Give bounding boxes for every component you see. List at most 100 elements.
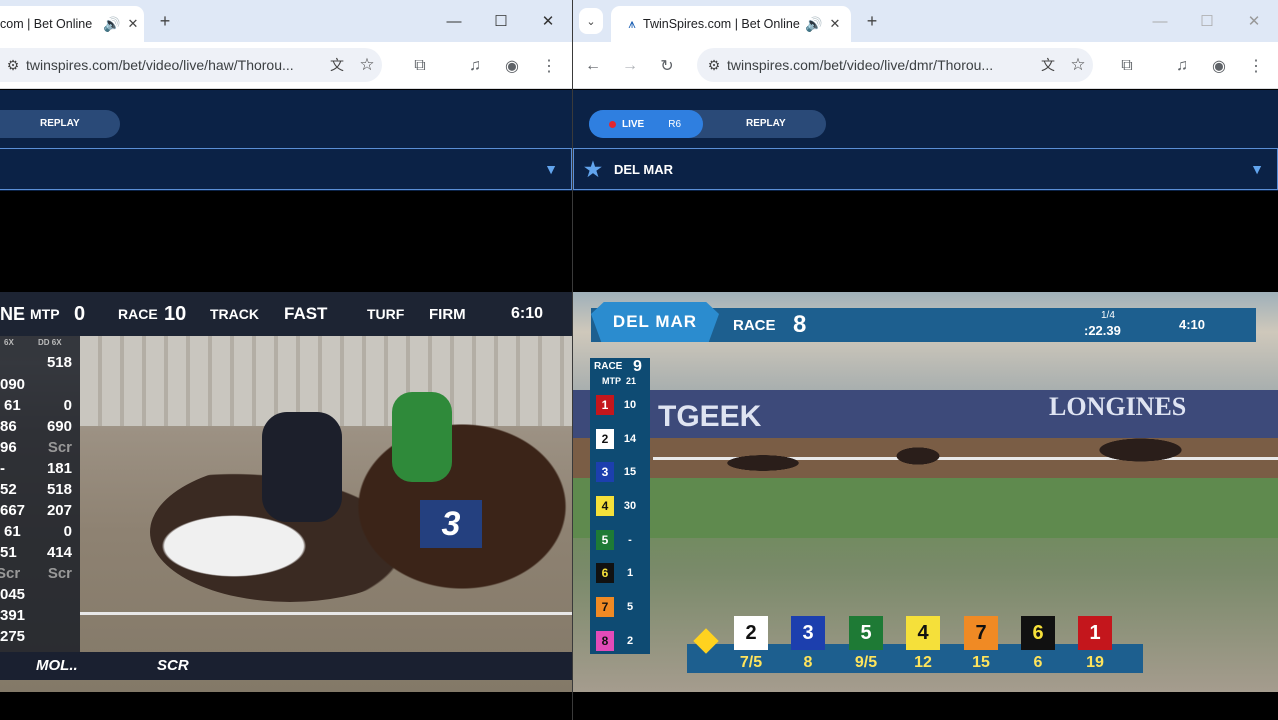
forward-arrow-icon[interactable]: → bbox=[617, 53, 643, 79]
sponsor-banner: TGEEK LONGINES bbox=[573, 390, 1278, 438]
program-row: 1 10 bbox=[596, 394, 646, 416]
maximize-button[interactable]: ☐ bbox=[478, 0, 524, 42]
extensions-icon[interactable]: ⧉ bbox=[1114, 53, 1140, 79]
pool-row: 61 0 bbox=[4, 397, 72, 414]
race-number: 8 bbox=[793, 311, 807, 338]
program-row: 5- bbox=[596, 529, 646, 551]
pool-row: -181 bbox=[0, 460, 72, 477]
track-label: TRACK bbox=[210, 306, 259, 322]
bookmark-star-icon[interactable]: ☆ bbox=[1063, 55, 1093, 75]
tab-search-icon[interactable]: ⌄ bbox=[579, 8, 603, 34]
reload-icon[interactable]: ↻ bbox=[654, 53, 680, 79]
back-arrow-icon[interactable]: ← bbox=[580, 53, 606, 79]
running-order-item: 38 bbox=[791, 616, 825, 678]
live-replay-toggle: REPLAY bbox=[0, 110, 120, 138]
program-row: 2 14 bbox=[596, 428, 646, 450]
site-info-icon[interactable]: ⚙ bbox=[0, 57, 26, 74]
program-row: 4 30 bbox=[596, 495, 646, 517]
profile-icon[interactable]: ◉ bbox=[1206, 53, 1232, 79]
pool-row: 667 207 bbox=[0, 502, 72, 519]
running-order-item: 2 7/5 bbox=[734, 616, 768, 678]
media-control-icon[interactable]: ♫ bbox=[1169, 53, 1195, 79]
site-info-icon[interactable]: ⚙ bbox=[701, 57, 727, 74]
omnibox[interactable]: ⚙ twinspires.com/bet/video/live/haw/Thor… bbox=[0, 48, 382, 82]
favorite-star-icon[interactable]: ★ bbox=[584, 157, 604, 182]
url-text[interactable]: twinspires.com/bet/video/live/haw/Thorou… bbox=[26, 57, 322, 73]
address-bar-row: ← → ↻ ⚙ twinspires.com/bet/video/live/dm… bbox=[573, 42, 1278, 89]
right-browser-window: ⌄ ⩚ TwinSpires.com | Bet Online 🔊 ✕ + — … bbox=[573, 0, 1278, 720]
running-order-item: 66 bbox=[1021, 616, 1055, 678]
pool-row: 52 518 bbox=[0, 481, 72, 498]
close-tab-icon[interactable]: ✕ bbox=[122, 16, 144, 32]
speaker-icon[interactable]: 🔊 bbox=[102, 16, 122, 33]
split-time: :22.39 bbox=[1084, 323, 1121, 338]
running-order-item: 4 12 bbox=[906, 616, 940, 678]
horse-group bbox=[1083, 434, 1198, 466]
new-tab-button[interactable]: + bbox=[859, 10, 885, 32]
race-label: R6 bbox=[668, 118, 682, 130]
tab-strip: com | Bet Online 🔊 ✕ + — ☐ ✕ bbox=[0, 0, 572, 42]
close-window-button[interactable]: ✕ bbox=[525, 0, 571, 42]
bookmark-star-icon[interactable]: ☆ bbox=[352, 55, 382, 75]
menu-icon[interactable]: ⋮ bbox=[536, 53, 562, 79]
race-clock: 4:10 bbox=[1179, 317, 1206, 332]
live-button[interactable]: LIVE R6 bbox=[589, 110, 703, 138]
pool-row: 61 0 bbox=[4, 523, 72, 540]
chevron-down-icon[interactable]: ▼ bbox=[541, 159, 561, 179]
track-selector[interactable]: ▼ bbox=[0, 148, 572, 190]
program-row: 61 bbox=[596, 562, 646, 584]
program-row: 75 bbox=[596, 596, 646, 618]
close-window-button[interactable]: ✕ bbox=[1231, 0, 1277, 42]
browser-tab[interactable]: com | Bet Online 🔊 ✕ bbox=[0, 6, 144, 42]
mtp-value: 0 bbox=[74, 302, 86, 325]
pool-row: 275 bbox=[0, 628, 26, 645]
pool-row: 51 414 bbox=[0, 544, 72, 561]
browser-tab[interactable]: ⩚ TwinSpires.com | Bet Online 🔊 ✕ bbox=[611, 6, 851, 42]
chevron-down-icon[interactable]: ▼ bbox=[1247, 159, 1267, 179]
omnibox[interactable]: ⚙ twinspires.com/bet/video/live/dmr/Thor… bbox=[697, 48, 1093, 82]
live-label: LIVE bbox=[622, 118, 645, 130]
runner-name: MOL.. bbox=[36, 657, 78, 674]
program-row: 82 bbox=[596, 630, 646, 652]
mtp-label: MTP bbox=[602, 376, 621, 386]
sponsor-text: TGEEK bbox=[658, 400, 762, 433]
profile-icon[interactable]: ◉ bbox=[499, 53, 525, 79]
translate-icon[interactable]: 文 bbox=[1033, 55, 1063, 75]
race-video[interactable]: 3 NE MTP 0 RACE 10 TRACK FAST TURF FIRM … bbox=[0, 292, 572, 692]
url-text[interactable]: twinspires.com/bet/video/live/dmr/Thorou… bbox=[727, 57, 1033, 73]
track-selector[interactable]: ★ DEL MAR ▼ bbox=[573, 148, 1278, 190]
race-info-bar: NE MTP 0 RACE 10 TRACK FAST TURF FIRM 6:… bbox=[0, 292, 572, 336]
column-head: DD 6X bbox=[38, 338, 62, 347]
horse-group bbox=[713, 452, 813, 474]
speaker-icon[interactable]: 🔊 bbox=[803, 16, 825, 33]
menu-icon[interactable]: ⋮ bbox=[1243, 53, 1269, 79]
live-dot-icon bbox=[609, 120, 616, 128]
race-info-bar: DEL MAR RACE 8 1/4 :22.39 4:10 bbox=[591, 302, 1256, 342]
pool-row: 518 bbox=[46, 354, 72, 371]
track-name: DEL MAR bbox=[614, 161, 673, 177]
jockey-green-silks bbox=[392, 392, 452, 482]
minimize-button[interactable]: — bbox=[431, 0, 477, 42]
mtp-label: MTP bbox=[30, 306, 60, 322]
twinspires-favicon-icon: ⩚ bbox=[628, 16, 636, 31]
replay-button[interactable]: REPLAY bbox=[40, 118, 80, 129]
close-tab-icon[interactable]: ✕ bbox=[825, 16, 845, 32]
race-label: RACE bbox=[594, 361, 623, 372]
tab-title: com | Bet Online bbox=[0, 17, 93, 31]
pool-row: 96 Scr bbox=[0, 439, 72, 456]
saddle-cloth: 3 bbox=[420, 500, 482, 548]
fraction-label: 1/4 bbox=[1101, 310, 1115, 321]
maximize-button[interactable]: ☐ bbox=[1184, 0, 1230, 42]
sponsor-text: LONGINES bbox=[1049, 392, 1187, 421]
replay-button[interactable]: REPLAY bbox=[746, 118, 786, 129]
race-video[interactable]: TGEEK LONGINES DEL MAR RACE 8 1/4 :22.39… bbox=[573, 292, 1278, 692]
media-control-icon[interactable]: ♫ bbox=[462, 53, 488, 79]
translate-icon[interactable]: 文 bbox=[322, 55, 352, 75]
minimize-button[interactable]: — bbox=[1137, 0, 1183, 42]
column-head: 6X bbox=[4, 338, 14, 347]
turf-label: TURF bbox=[367, 306, 405, 322]
rail bbox=[80, 612, 572, 615]
race-label: RACE bbox=[733, 317, 776, 334]
new-tab-button[interactable]: + bbox=[152, 10, 178, 32]
extensions-icon[interactable]: ⧉ bbox=[407, 53, 433, 79]
